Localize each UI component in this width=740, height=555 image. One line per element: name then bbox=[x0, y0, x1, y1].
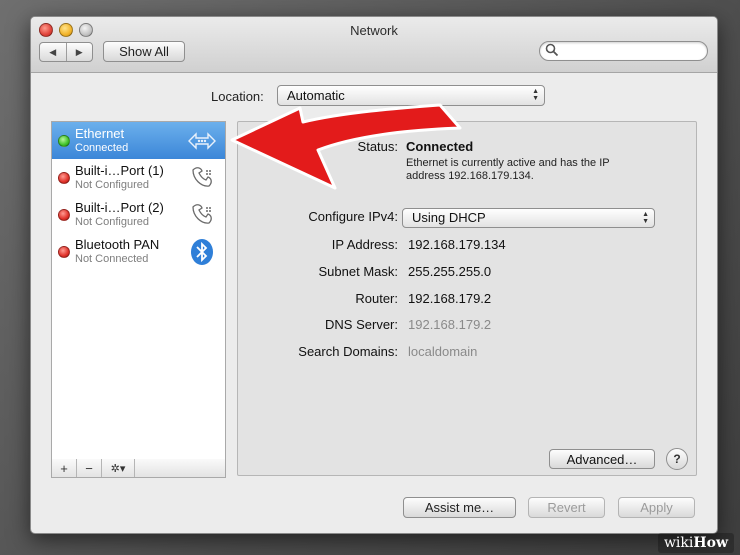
service-name: Built-i…Port (2) bbox=[75, 200, 164, 215]
service-status: Connected bbox=[75, 142, 129, 154]
advanced-button[interactable]: Advanced… bbox=[549, 449, 655, 469]
revert-button[interactable]: Revert bbox=[528, 497, 605, 518]
service-status: Not Configured bbox=[75, 216, 149, 228]
search-domains-value: localdomain bbox=[408, 344, 478, 359]
router-label: Router: bbox=[355, 291, 398, 306]
dns-server-label: DNS Server: bbox=[325, 317, 398, 332]
status-label: Status: bbox=[357, 139, 398, 154]
remove-service-button[interactable]: − bbox=[77, 459, 102, 477]
phone-modem-icon bbox=[187, 201, 217, 229]
status-description: Ethernet is currently active and has the… bbox=[406, 157, 610, 182]
forward-button[interactable]: ▶ bbox=[67, 43, 93, 61]
dns-server-value: 192.168.179.2 bbox=[408, 317, 492, 332]
service-name: Built-i…Port (1) bbox=[75, 163, 164, 178]
status-dot-red bbox=[58, 246, 70, 258]
service-item-built-in-port-1[interactable]: Built-i…Port (1) Not Configured bbox=[52, 159, 225, 196]
location-value: Automatic bbox=[287, 88, 345, 103]
search-domains-label: Search Domains: bbox=[298, 344, 398, 359]
bluetooth-icon bbox=[187, 238, 217, 266]
service-list-toolbar: + − ✲▾ bbox=[51, 459, 226, 478]
show-all-button[interactable]: Show All bbox=[103, 41, 185, 62]
subnet-mask-value: 255.255.255.0 bbox=[408, 264, 492, 279]
location-label: Location: bbox=[211, 89, 264, 104]
status-value: Connected bbox=[406, 139, 474, 154]
phone-modem-icon bbox=[187, 164, 217, 192]
back-button[interactable]: ◀ bbox=[40, 43, 67, 61]
wikihow-watermark: wikiHow bbox=[657, 533, 734, 553]
configure-ipv4-select[interactable]: Using DHCP ▲ ▼ bbox=[402, 208, 655, 228]
configure-ipv4-value: Using DHCP bbox=[412, 210, 486, 225]
status-dot-red bbox=[58, 209, 70, 221]
back-forward-control: ◀ ▶ bbox=[39, 42, 93, 62]
window-title: Network bbox=[350, 23, 398, 38]
status-dot-green bbox=[58, 135, 70, 147]
service-status: Not Connected bbox=[75, 253, 149, 265]
service-name: Bluetooth PAN bbox=[75, 237, 160, 252]
search-field[interactable] bbox=[539, 41, 708, 61]
assist-me-button[interactable]: Assist me… bbox=[403, 497, 516, 518]
service-name: Ethernet bbox=[75, 126, 125, 141]
help-button[interactable]: ? bbox=[666, 448, 688, 470]
select-arrows-icon: ▲ ▼ bbox=[642, 211, 649, 225]
service-item-built-in-port-2[interactable]: Built-i…Port (2) Not Configured bbox=[52, 196, 225, 233]
service-list: Ethernet Connected Built-i…Port (1) Not … bbox=[51, 121, 226, 461]
select-arrows-icon: ▲ ▼ bbox=[532, 88, 539, 102]
search-icon bbox=[545, 43, 559, 60]
service-item-bluetooth-pan[interactable]: Bluetooth PAN Not Connected bbox=[52, 233, 225, 270]
ip-address-value: 192.168.179.134 bbox=[408, 237, 506, 252]
title-bar: Network ◀ ▶ Show All bbox=[31, 17, 717, 73]
service-item-ethernet[interactable]: Ethernet Connected bbox=[52, 122, 225, 159]
subnet-mask-label: Subnet Mask: bbox=[318, 264, 399, 279]
service-detail-panel: Status: Connected Ethernet is currently … bbox=[237, 121, 697, 476]
add-service-button[interactable]: + bbox=[52, 459, 77, 477]
apply-button[interactable]: Apply bbox=[618, 497, 695, 518]
configure-ipv4-label: Configure IPv4: bbox=[308, 209, 398, 224]
ip-address-label: IP Address: bbox=[331, 237, 398, 252]
status-dot-red bbox=[58, 172, 70, 184]
service-status: Not Configured bbox=[75, 179, 149, 191]
router-value: 192.168.179.2 bbox=[408, 291, 492, 306]
location-select[interactable]: Automatic ▲ ▼ bbox=[277, 85, 545, 106]
ethernet-icon bbox=[187, 127, 217, 155]
search-input[interactable] bbox=[562, 44, 701, 60]
gear-menu-button[interactable]: ✲▾ bbox=[102, 459, 135, 477]
network-preferences-window: Network ◀ ▶ Show All Location: Automatic… bbox=[30, 16, 718, 534]
